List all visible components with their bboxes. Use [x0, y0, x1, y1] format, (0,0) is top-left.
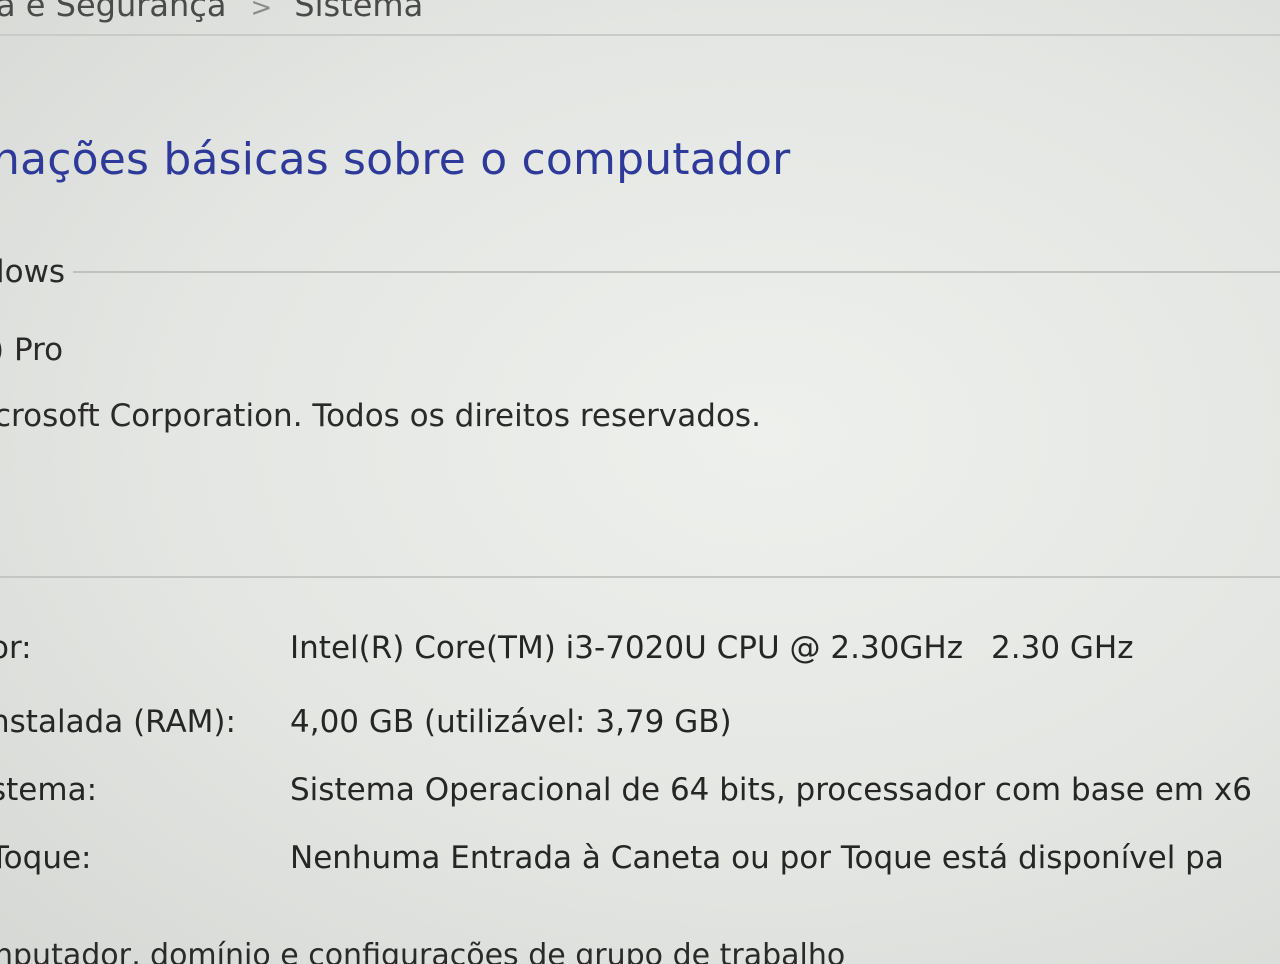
pen-touch-value: Nenhuma Entrada à Caneta ou por Toque es… [290, 840, 1224, 876]
section-divider [73, 271, 1280, 273]
spec-row-pen-touch: Toque: Nenhuma Entrada à Caneta ou por T… [0, 840, 1280, 890]
processor-name: Intel(R) Core(TM) i3-7020U CPU @ 2.30GHz [290, 630, 964, 666]
page-title: nações básicas sobre o computador [0, 134, 791, 185]
spec-row-system-type: stema: Sistema Operacional de 64 bits, p… [0, 772, 1280, 822]
breadcrumb-separator-icon: > [250, 0, 273, 23]
copyright-text: crosoft Corporation. Todos os direitos r… [0, 398, 761, 434]
breadcrumb: a e Segurança > Sistema [0, 0, 423, 24]
computer-name-section-header: nputador, domínio e configurações de gru… [0, 938, 846, 964]
breadcrumb-item-security[interactable]: a e Segurança [0, 0, 226, 24]
spec-row-ram: nstalada (RAM): 4,00 GB (utilizável: 3,7… [0, 704, 1280, 754]
system-type-value: Sistema Operacional de 64 bits, processa… [290, 772, 1252, 808]
ram-value: 4,00 GB (utilizável: 3,79 GB) [290, 704, 732, 740]
windows-edition: ) Pro [0, 332, 64, 368]
system-section-divider [0, 576, 1280, 578]
breadcrumb-item-system[interactable]: Sistema [294, 0, 423, 24]
processor-frequency: 2.30 GHz [991, 630, 1134, 666]
system-type-label: stema: [0, 772, 98, 808]
pen-touch-label: Toque: [0, 840, 92, 876]
windows-section-header: lows [0, 254, 1280, 290]
ram-label: nstalada (RAM): [0, 704, 236, 740]
processor-value: Intel(R) Core(TM) i3-7020U CPU @ 2.30GHz… [290, 630, 1134, 666]
spec-row-processor: or: Intel(R) Core(TM) i3-7020U CPU @ 2.3… [0, 630, 1280, 680]
windows-section-label: lows [0, 254, 66, 290]
processor-label: or: [0, 630, 32, 666]
address-bar-border [0, 34, 1280, 36]
